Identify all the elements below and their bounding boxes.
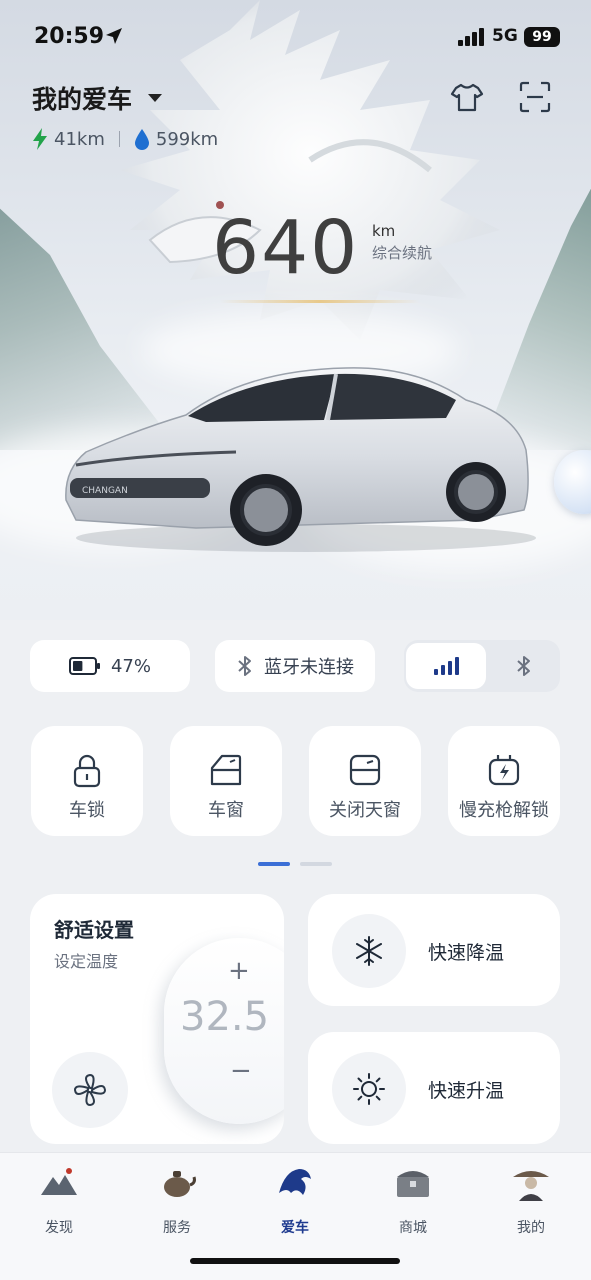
charger-unlock-control[interactable]: 慢充枪解锁 [448, 726, 560, 836]
chevron-down-icon[interactable] [148, 94, 162, 102]
temp-increase-button[interactable]: + [228, 956, 250, 986]
clock: 20:59 [34, 24, 105, 49]
nav-item-discover[interactable]: 发现 [19, 1163, 99, 1243]
bluetooth-icon [238, 656, 251, 676]
nav-item-mall[interactable]: 商城 [373, 1163, 453, 1243]
bluetooth-status-text: 蓝牙未连接 [264, 657, 354, 678]
teapot-icon [164, 1171, 196, 1197]
pager-dot-active[interactable] [258, 862, 290, 866]
lock-control[interactable]: 车锁 [31, 726, 143, 836]
comfort-title: 舒适设置 [54, 918, 134, 942]
pager-dots [258, 862, 334, 866]
control-label: 车锁 [69, 800, 105, 821]
sun-icon [353, 1073, 385, 1105]
battery-indicator: 99 [524, 27, 560, 47]
svg-text:CHANGAN: CHANGAN [82, 486, 128, 496]
page-title[interactable]: 我的爱车 [32, 80, 132, 116]
mountain-icon [41, 1168, 77, 1195]
fuel-range: 599km [155, 128, 219, 150]
control-label: 慢充枪解锁 [459, 800, 549, 821]
profile-icon [513, 1171, 549, 1201]
signal-icon [434, 657, 459, 675]
quick-heat-button[interactable]: 快速升温 [308, 1032, 560, 1144]
action-label: 快速降温 [428, 942, 505, 964]
nav-item-service[interactable]: 服务 [137, 1163, 217, 1243]
control-label: 车窗 [208, 800, 244, 821]
charger-icon [488, 755, 520, 786]
snowflake-icon [356, 936, 382, 966]
glow-divider [220, 300, 420, 303]
quick-cool-button[interactable]: 快速降温 [308, 894, 560, 1006]
action-label: 快速升温 [428, 1080, 505, 1102]
lightning-icon [33, 128, 47, 150]
nav-label: 发现 [45, 1220, 73, 1236]
control-label: 关闭天窗 [329, 800, 401, 821]
location-arrow-icon [106, 28, 122, 44]
nav-label: 服务 [163, 1220, 191, 1236]
home-indicator[interactable] [190, 1258, 400, 1264]
treasure-chest-icon [397, 1171, 429, 1197]
network-type: 5G [492, 26, 518, 46]
bluetooth-toggle-option[interactable] [490, 643, 558, 689]
pager-dot[interactable] [300, 862, 332, 866]
sunroof-control[interactable]: 关闭天窗 [309, 726, 421, 836]
sunroof-icon [349, 754, 381, 786]
signal-toggle-option[interactable] [406, 643, 486, 689]
nav-label: 商城 [399, 1220, 427, 1236]
icon-circle [332, 914, 406, 988]
lock-icon [73, 754, 101, 788]
battery-chip: 47% [30, 640, 190, 692]
nav-label: 爱车 [281, 1220, 309, 1236]
status-bar: 20:59 5G 99 [0, 22, 591, 56]
bluetooth-icon [517, 656, 530, 676]
total-range-value: 640 [212, 205, 360, 291]
electric-range: 41km [54, 128, 105, 150]
battery-icon [68, 657, 100, 675]
car-image[interactable]: CHANGAN [56, 360, 536, 560]
tshirt-icon[interactable] [450, 80, 484, 114]
nav-item-my-car[interactable]: 爱车 [255, 1163, 335, 1243]
battery-percent: 47% [110, 655, 151, 677]
temp-decrease-button[interactable]: − [230, 1056, 252, 1086]
dragon-icon [279, 1169, 311, 1195]
bluetooth-status-chip[interactable]: 蓝牙未连接 [215, 640, 375, 692]
fan-button[interactable] [52, 1052, 128, 1128]
comfort-subtitle: 设定温度 [54, 952, 119, 971]
nav-item-profile[interactable]: 我的 [491, 1163, 571, 1243]
scan-icon[interactable] [518, 80, 552, 114]
comfort-card: 舒适设置 设定温度 + 32.5 − [30, 894, 284, 1144]
fuel-drop-icon [134, 129, 149, 150]
range-summary: 41km 599km [32, 126, 218, 152]
nav-label: 我的 [517, 1220, 545, 1236]
divider [118, 131, 120, 147]
range-unit: km [372, 222, 396, 240]
window-control[interactable]: 车窗 [170, 726, 282, 836]
icon-circle [332, 1052, 406, 1126]
temperature-value: 32.5 [180, 994, 270, 1040]
range-label: 综合续航 [372, 244, 433, 262]
cellular-signal-icon [458, 28, 484, 46]
fan-icon [73, 1073, 107, 1107]
window-icon [210, 754, 242, 786]
